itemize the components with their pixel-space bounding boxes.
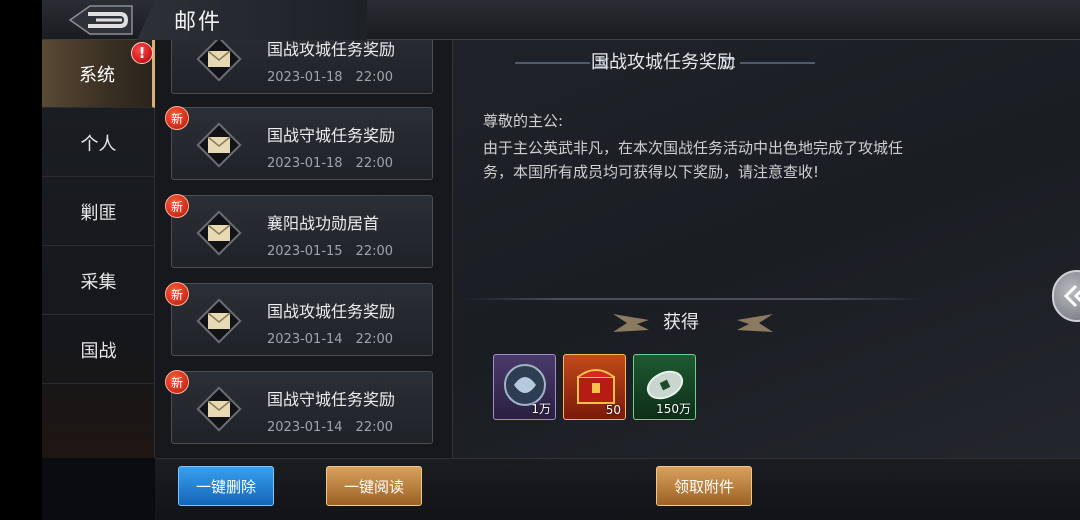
category-sidebar: 系统 个人 剿匪 采集 国战 <box>42 40 155 458</box>
sidebar-item-personal[interactable]: 个人 <box>42 109 155 177</box>
title-tab <box>137 0 367 40</box>
mail-greeting: 尊敬的主公: <box>483 112 564 130</box>
new-badge-icon: 新 <box>165 370 189 394</box>
new-badge-icon: 新 <box>165 194 189 218</box>
claim-label: 领取附件 <box>673 477 734 496</box>
read-all-label: 一键阅读 <box>343 477 404 496</box>
mail-date: 2023-01-18 22:00 <box>267 70 394 85</box>
mail-title: 国战守城任务奖励 <box>267 390 396 409</box>
double-chevron-left-icon <box>1063 284 1080 308</box>
mail-detail: 国战攻城任务奖励 尊敬的主公: 由于主公英武非凡，在本次国战任务活动中出色地完成… <box>452 40 1080 458</box>
reward-item[interactable]: 150万 <box>633 354 696 420</box>
mail-item[interactable]: 国战攻城任务奖励 2023-01-14 22:00 <box>171 283 433 356</box>
mail-item[interactable]: 襄阳战功勋居首 2023-01-15 22:00 <box>171 195 433 268</box>
delete-all-label: 一键删除 <box>195 477 256 496</box>
mail-item[interactable]: 国战守城任务奖励 2023-01-18 22:00 <box>171 107 433 180</box>
sidebar-item-label: 剿匪 <box>80 202 117 224</box>
reward-qty: 50 <box>605 403 621 417</box>
top-bar: 邮件 <box>42 0 1080 40</box>
sidebar-item-gather[interactable]: 采集 <box>42 247 155 315</box>
reward-header: 获得 <box>663 312 699 333</box>
back-arrow-icon[interactable] <box>62 2 152 38</box>
expand-panel-button[interactable] <box>1052 270 1080 322</box>
envelope-icon <box>196 210 242 256</box>
read-all-button[interactable]: 一键阅读 <box>326 466 422 506</box>
sidebar-item-label: 系统 <box>79 64 115 86</box>
sidebar-item-label: 个人 <box>80 133 117 155</box>
mail-date: 2023-01-14 22:00 <box>267 420 394 435</box>
mail-title: 国战守城任务奖励 <box>267 126 396 145</box>
mail-title: 国战攻城任务奖励 <box>267 40 396 59</box>
reward-divider <box>463 298 923 300</box>
mail-title: 国战攻城任务奖励 <box>267 302 396 321</box>
mail-title: 襄阳战功勋居首 <box>267 214 380 233</box>
sidebar-item-bandits[interactable]: 剿匪 <box>42 178 155 246</box>
envelope-icon <box>196 386 242 432</box>
mail-item[interactable]: 国战攻城任务奖励 2023-01-18 22:00 <box>171 40 433 94</box>
mail-item[interactable]: 国战守城任务奖励 2023-01-14 22:00 <box>171 371 433 444</box>
envelope-icon <box>196 40 242 82</box>
mail-date: 2023-01-18 22:00 <box>267 156 394 171</box>
mail-detail-title: 国战攻城任务奖励 <box>591 52 735 73</box>
reward-item[interactable]: 50 <box>563 354 626 420</box>
new-badge-icon: 新 <box>165 282 189 306</box>
alert-badge-icon: ! <box>131 42 153 64</box>
envelope-icon <box>196 122 242 168</box>
sidebar-item-war[interactable]: 国战 <box>42 316 155 384</box>
screen-edge <box>0 0 42 520</box>
mail-date: 2023-01-14 22:00 <box>267 332 394 347</box>
mail-body: 由于主公英武非凡，在本次国战任务活动中出色地完成了攻城任务，本国所有成员均可获得… <box>483 139 904 181</box>
envelope-icon <box>196 298 242 344</box>
new-badge-icon: 新 <box>165 106 189 130</box>
sidebar-item-label: 采集 <box>80 271 117 293</box>
page-title: 邮件 <box>174 10 223 35</box>
claim-attachment-button[interactable]: 领取附件 <box>656 466 752 506</box>
action-bar: 一键删除 一键阅读 领取附件 <box>155 458 1080 520</box>
reward-item[interactable]: 1万 <box>493 354 556 420</box>
reward-qty: 150万 <box>656 402 691 416</box>
delete-all-button[interactable]: 一键删除 <box>178 466 274 506</box>
mail-date: 2023-01-15 22:00 <box>267 244 394 259</box>
mail-list[interactable]: 国战攻城任务奖励 2023-01-18 22:00 国战守城任务奖励 2023-… <box>155 40 452 458</box>
reward-qty: 1万 <box>531 402 551 416</box>
sidebar-item-label: 国战 <box>80 340 117 362</box>
